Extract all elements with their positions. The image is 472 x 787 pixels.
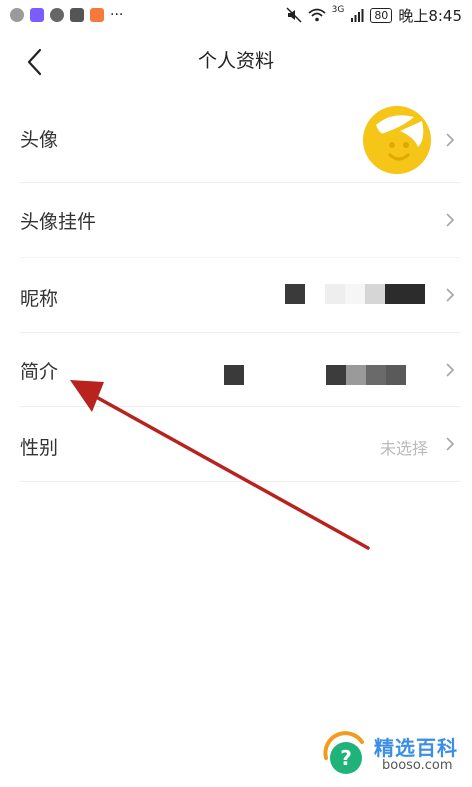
- bio-value-redacted: [224, 365, 406, 385]
- wechat-app-icon: [50, 8, 64, 22]
- nickname-row[interactable]: 昵称: [0, 258, 472, 332]
- watermark-title: 精选百科: [374, 736, 458, 760]
- status-bar-right: 3G 80 晚上8:45: [286, 5, 462, 26]
- mail-app-icon: [70, 8, 84, 22]
- wifi-icon: [308, 8, 326, 22]
- nickname-value-redacted: [285, 284, 425, 304]
- bio-label: 简介: [20, 361, 59, 383]
- mute-icon: [286, 7, 302, 23]
- gender-row[interactable]: 性别 未选择: [0, 407, 472, 481]
- gender-label: 性别: [20, 437, 59, 459]
- message-app-icon: [10, 8, 24, 22]
- bio-row[interactable]: 简介: [0, 333, 472, 407]
- settings-app-icon: [30, 8, 44, 22]
- chevron-right-icon: [446, 288, 455, 302]
- status-time: 晚上8:45: [398, 6, 462, 25]
- watermark-logo-icon: ?: [323, 731, 364, 774]
- battery-indicator: 80: [370, 7, 393, 23]
- avatar-pendant-label: 头像挂件: [20, 211, 97, 233]
- chevron-right-icon: [446, 437, 455, 451]
- status-bar-left: ···: [10, 7, 123, 23]
- watermark-question-glyph: ?: [340, 746, 352, 770]
- status-bar: ··· 3G 80 晚上8:45: [0, 0, 472, 30]
- avatar-pendant-row[interactable]: 头像挂件: [0, 183, 472, 257]
- network-type-label: 3G: [331, 5, 345, 15]
- more-notifications-icon: ···: [110, 7, 124, 23]
- chevron-right-icon: [446, 213, 455, 227]
- chevron-right-icon: [446, 133, 455, 147]
- avatar-label: 头像: [20, 129, 59, 151]
- gallery-app-icon: [90, 8, 104, 22]
- chevron-right-icon: [446, 363, 455, 377]
- nickname-label: 昵称: [20, 288, 59, 310]
- watermark-domain: booso.com: [382, 758, 453, 773]
- watermark: ? 精选百科 booso.com: [318, 728, 468, 782]
- divider: [20, 481, 460, 482]
- header-bar: 个人资料: [0, 30, 472, 92]
- gender-value: 未选择: [379, 439, 428, 458]
- page-title: 个人资料: [197, 50, 274, 72]
- avatar-row[interactable]: 头像: [0, 100, 472, 180]
- signal-icon: [351, 9, 364, 22]
- avatar[interactable]: [362, 105, 432, 175]
